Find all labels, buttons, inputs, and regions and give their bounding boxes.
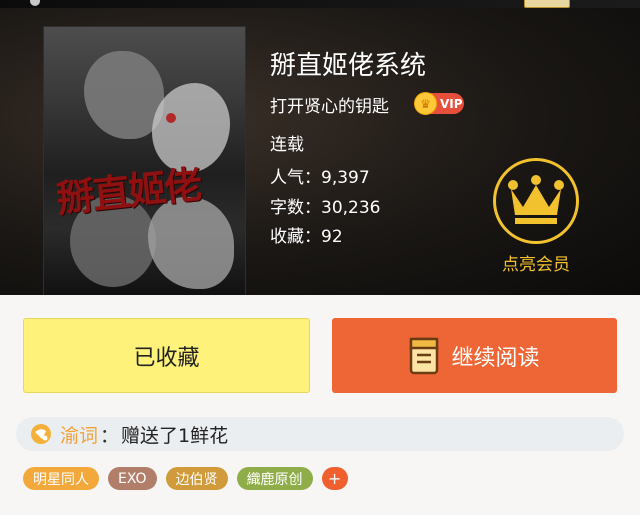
gift-notice[interactable]: 渝词 ： 赠送了1鲜花 [16, 417, 624, 451]
book-header: 掰直姬佬 掰直姬佬系统 打开贤心的钥匙 ♛ VIP 连载 人气：9,397 字数… [0, 0, 640, 295]
status-badge [524, 0, 570, 8]
vip-label: VIP [440, 96, 463, 111]
gift-user[interactable]: 渝词 [60, 421, 98, 448]
tag-item[interactable]: 明星同人 [23, 467, 99, 490]
tag-list: 明星同人 EXO 边伯贤 織鹿原创 + [23, 467, 348, 490]
book-icon [409, 337, 439, 375]
favorites-stat: 收藏：92 [270, 227, 343, 247]
favorited-label: 已收藏 [133, 345, 200, 371]
word-count-stat: 字数：30,236 [270, 198, 381, 218]
book-title: 掰直姬佬系统 [270, 51, 427, 81]
popularity-stat: 人气：9,397 [270, 168, 370, 188]
serial-status: 连载 [270, 135, 304, 155]
author-name[interactable]: 打开贤心的钥匙 [270, 92, 389, 117]
tag-item[interactable]: EXO [108, 467, 157, 490]
book-cover[interactable]: 掰直姬佬 [43, 26, 246, 295]
flower-icon [30, 423, 52, 445]
gift-separator: ： [100, 424, 120, 447]
continue-reading-button[interactable]: 继续阅读 [332, 318, 617, 393]
tag-item[interactable]: 織鹿原创 [236, 467, 313, 490]
favorited-button[interactable]: 已收藏 [23, 318, 310, 393]
continue-reading-label: 继续阅读 [451, 345, 540, 371]
vip-badge: ♛ VIP [414, 92, 464, 115]
cover-blood-mark [166, 113, 176, 123]
member-label: 点亮会员 [502, 255, 570, 275]
add-tag-button[interactable]: + [321, 467, 348, 490]
gift-message: 赠送了1鲜花 [121, 424, 229, 447]
member-button[interactable]: 点亮会员 [492, 158, 580, 275]
tag-item[interactable]: 边伯贤 [165, 467, 228, 490]
crown-icon [493, 158, 579, 244]
vip-crown-icon: ♛ [414, 92, 437, 115]
